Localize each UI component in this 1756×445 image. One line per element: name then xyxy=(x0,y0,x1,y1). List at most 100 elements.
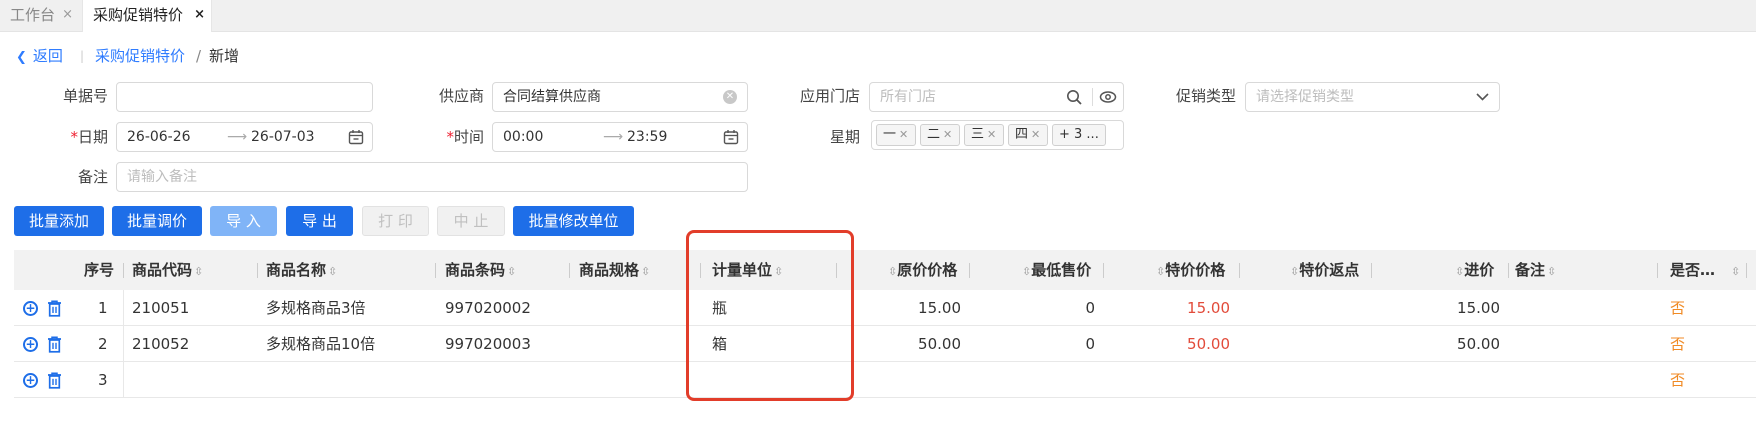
sort-icon[interactable]: ⇳ xyxy=(1022,265,1031,278)
batch-add-button[interactable]: 批量添加 xyxy=(14,206,104,236)
sort-icon[interactable]: ⇳ xyxy=(194,265,203,278)
promo-type-select[interactable]: 请选择促销类型 xyxy=(1245,82,1500,112)
delete-row-icon[interactable] xyxy=(47,336,62,353)
sort-icon[interactable]: ⇳ xyxy=(328,265,337,278)
remark-label: 备注 xyxy=(77,168,108,186)
cell-cost[interactable]: 50.00 xyxy=(1380,326,1500,362)
col-code[interactable]: 商品代码 ⇳ xyxy=(132,250,203,290)
weekday-more-tag[interactable]: + 3 ... xyxy=(1052,124,1106,146)
cell-name[interactable]: 多规格商品3倍 xyxy=(266,290,366,326)
cell-cost[interactable] xyxy=(1380,362,1500,398)
cell-barcode[interactable]: 997020002 xyxy=(445,290,531,326)
sort-icon[interactable]: ⇳ xyxy=(888,265,897,278)
col-note[interactable]: 备注 ⇳ xyxy=(1515,250,1556,290)
col-cost[interactable]: ⇳进价 xyxy=(1453,250,1494,290)
date-label: *日期 xyxy=(40,127,108,147)
col-spec[interactable]: 商品规格 ⇳ xyxy=(579,250,650,290)
sort-icon[interactable]: ⇳ xyxy=(1547,265,1556,278)
col-flag[interactable]: 是否… ⇳ xyxy=(1670,250,1740,290)
cell-flag[interactable]: 否 xyxy=(1670,326,1685,362)
date-range-input[interactable]: 26-06-26 ⟶ 26-07-03 xyxy=(116,122,373,152)
sort-icon[interactable]: ⇳ xyxy=(1156,265,1165,278)
sort-icon[interactable]: ⇳ xyxy=(1731,265,1740,278)
cell-special-price[interactable]: 15.00 xyxy=(1112,290,1230,326)
col-min-price[interactable]: ⇳最低售价 xyxy=(1020,250,1091,290)
sort-icon[interactable]: ⇳ xyxy=(1455,265,1464,278)
col-divider xyxy=(1746,263,1747,278)
weekday-tag-label: 二 xyxy=(927,127,941,142)
tag-close-icon[interactable]: ✕ xyxy=(987,128,996,141)
tab-purchase-promo[interactable]: 采购促销特价 × xyxy=(82,0,212,32)
tab-workbench-close-icon[interactable]: × xyxy=(62,0,73,30)
weekday-tag[interactable]: 三 ✕ xyxy=(964,124,1004,146)
cell-min-price[interactable] xyxy=(978,362,1095,398)
cell-orig-price[interactable]: 50.00 xyxy=(844,326,961,362)
promo-type-placeholder: 请选择促销类型 xyxy=(1256,89,1354,105)
export-button[interactable]: 导 出 xyxy=(286,206,353,236)
weekday-tag[interactable]: 二 ✕ xyxy=(920,124,960,146)
batch-adjust-price-button[interactable]: 批量调价 xyxy=(112,206,202,236)
supplier-input[interactable]: 合同结算供应商 ✕ xyxy=(492,82,748,112)
col-seq: 序号 xyxy=(84,261,115,279)
cell-min-price[interactable]: 0 xyxy=(978,326,1095,362)
cell-rebate[interactable] xyxy=(1248,326,1364,362)
weekday-select[interactable]: 一 ✕ 二 ✕ 三 ✕ 四 ✕ + 3 ... xyxy=(871,120,1124,150)
add-row-icon[interactable]: + xyxy=(23,301,38,316)
cell-special-price[interactable] xyxy=(1112,362,1230,398)
print-button[interactable]: 打 印 xyxy=(362,206,429,236)
cell-special-price[interactable]: 50.00 xyxy=(1112,326,1230,362)
breadcrumb-parent[interactable]: 采购促销特价 xyxy=(95,46,185,66)
delete-row-icon[interactable] xyxy=(47,372,62,389)
import-button[interactable]: 导 入 xyxy=(210,206,277,236)
remark-input[interactable]: 请输入备注 xyxy=(116,162,748,192)
cell-orig-price[interactable]: 15.00 xyxy=(844,290,961,326)
cell-min-price[interactable]: 0 xyxy=(978,290,1095,326)
weekday-tag[interactable]: 一 ✕ xyxy=(876,124,916,146)
col-barcode[interactable]: 商品条码 ⇳ xyxy=(445,250,516,290)
add-row-icon[interactable]: + xyxy=(23,337,38,352)
weekday-tag[interactable]: 四 ✕ xyxy=(1008,124,1048,146)
cell-flag[interactable]: 否 xyxy=(1670,362,1685,398)
clear-icon[interactable]: ✕ xyxy=(723,90,737,104)
breadcrumb-divider: | xyxy=(80,49,85,63)
weekday-tag-label: 三 xyxy=(971,127,985,142)
time-range-input[interactable]: 00:00 ⟶ 23:59 xyxy=(492,122,748,152)
sort-icon[interactable]: ⇳ xyxy=(507,265,516,278)
search-icon[interactable] xyxy=(1066,89,1083,106)
tab-workbench[interactable]: 工作台 × xyxy=(0,0,79,32)
col-rebate[interactable]: ⇳特价返点 xyxy=(1288,250,1359,290)
cell-rebate[interactable] xyxy=(1248,290,1364,326)
col-orig-price-label: 原价价格 xyxy=(897,261,958,279)
col-name[interactable]: 商品名称 ⇳ xyxy=(266,250,337,290)
tag-close-icon[interactable]: ✕ xyxy=(943,128,952,141)
cell-cost[interactable]: 15.00 xyxy=(1380,290,1500,326)
cell-name[interactable]: 多规格商品10倍 xyxy=(266,326,375,362)
cell-barcode[interactable]: 997020003 xyxy=(445,326,531,362)
col-special-price[interactable]: ⇳特价价格 xyxy=(1154,250,1225,290)
tag-close-icon[interactable]: ✕ xyxy=(899,128,908,141)
sort-icon[interactable]: ⇳ xyxy=(1290,265,1299,278)
sort-icon[interactable]: ⇳ xyxy=(641,265,650,278)
eye-icon[interactable] xyxy=(1099,90,1117,104)
doc-no-input[interactable] xyxy=(116,82,373,112)
breadcrumb-current: 新增 xyxy=(209,47,240,65)
calendar-icon[interactable] xyxy=(723,129,739,145)
tab-purchase-promo-close-icon[interactable]: × xyxy=(194,0,205,30)
stop-button[interactable]: 中 止 xyxy=(437,206,505,236)
col-orig-price[interactable]: ⇳原价价格 xyxy=(886,250,957,290)
cell-orig-price[interactable] xyxy=(844,362,961,398)
row-divider xyxy=(123,290,124,326)
cell-code[interactable]: 210051 xyxy=(132,290,189,326)
add-row-icon[interactable]: + xyxy=(23,373,38,388)
tag-close-icon[interactable]: ✕ xyxy=(1031,128,1040,141)
doc-no-label: 单据号 xyxy=(62,87,108,105)
back-link[interactable]: ❮ 返回 xyxy=(16,46,63,66)
store-input[interactable]: 所有门店 xyxy=(869,82,1124,112)
col-min-price-label: 最低售价 xyxy=(1031,261,1092,279)
cell-flag[interactable]: 否 xyxy=(1670,290,1685,326)
cell-rebate[interactable] xyxy=(1248,362,1364,398)
calendar-icon[interactable] xyxy=(348,129,364,145)
batch-change-unit-button[interactable]: 批量修改单位 xyxy=(513,206,634,236)
delete-row-icon[interactable] xyxy=(47,300,62,317)
cell-code[interactable]: 210052 xyxy=(132,326,189,362)
